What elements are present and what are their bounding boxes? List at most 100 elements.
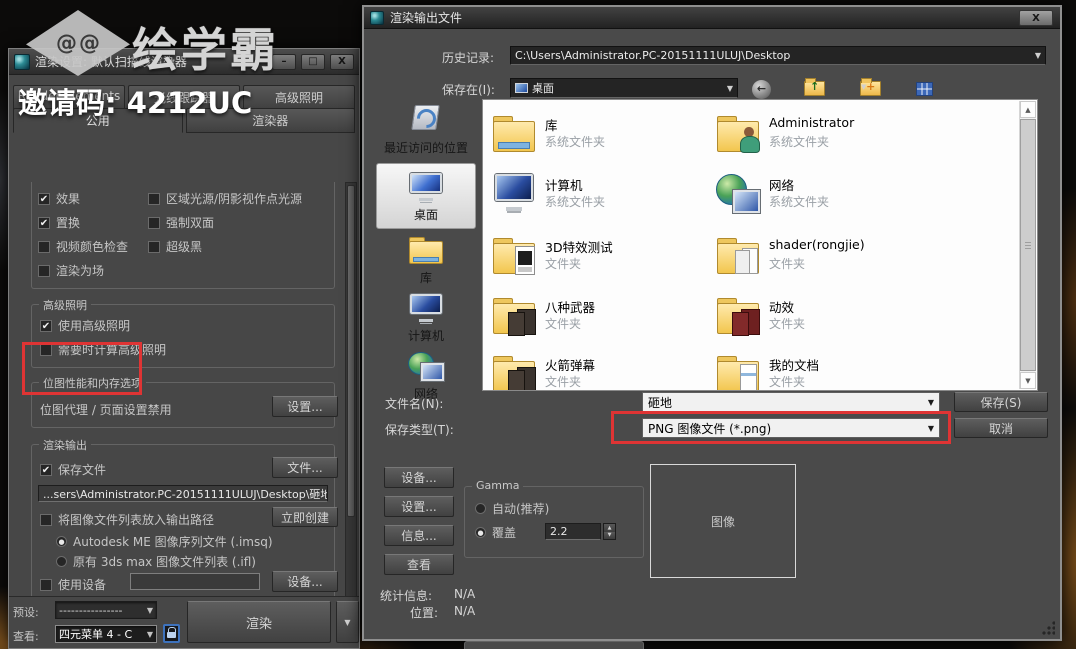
file-name: shader(rongjie) [769, 237, 865, 252]
minimize-button[interactable]: – [272, 53, 296, 70]
render-setup-titlebar[interactable]: 渲染设置: 默认扫描线渲染器 – □ X [9, 49, 359, 75]
file-item[interactable]: 3D特效测试 文件夹 [491, 232, 705, 284]
history-dropdown[interactable]: C:\Users\Administrator.PC-20151111ULUJ\D… [510, 46, 1046, 65]
tab-raytracer[interactable]: 光线跟踪器 [128, 85, 240, 110]
file-item[interactable]: 动效 文件夹 [715, 292, 929, 344]
ifl-radio-row[interactable]: 原有 3ds max 图像文件列表 (.ifl) [56, 553, 256, 570]
file-item[interactable]: 八种武器 文件夹 [491, 292, 705, 344]
files-button[interactable]: 文件... [272, 457, 338, 478]
file-item[interactable]: Administrator 系统文件夹 [715, 110, 929, 162]
file-item[interactable]: 火箭弹幕 文件夹 [491, 350, 705, 390]
tab-common[interactable]: 公用 [13, 108, 183, 133]
displacement-checkbox[interactable]: ✔ [38, 216, 50, 229]
viewport-dropdown[interactable]: 四元菜单 4 - C ▼ [55, 625, 157, 643]
spin-up-icon[interactable]: ▲ [604, 524, 615, 532]
gamma-override-radio[interactable]: ● [475, 527, 486, 538]
spin-down-icon[interactable]: ▼ [604, 531, 615, 539]
bitmap-setup-button[interactable]: 设置... [272, 396, 338, 417]
render-flyout-button[interactable]: ▼ [336, 601, 359, 643]
file-item[interactable]: shader(rongjie) 文件夹 [715, 232, 929, 284]
devices-button[interactable]: 设备... [272, 571, 338, 592]
video-color-checkbox[interactable] [38, 240, 50, 253]
device-field[interactable] [130, 573, 260, 590]
place-desktop[interactable]: 桌面 [376, 163, 476, 229]
displacement-checkbox-row[interactable]: ✔ 置换 [38, 214, 148, 231]
up-folder-icon[interactable]: ↑ [804, 78, 826, 96]
effects-label: 效果 [56, 192, 81, 206]
save-file-row[interactable]: ✔ 保存文件 [40, 461, 106, 478]
file-item[interactable]: 计算机 系统文件夹 [491, 170, 705, 222]
use-device-row[interactable]: 使用设备 [40, 576, 106, 593]
place-computer[interactable]: 计算机 [376, 291, 476, 344]
create-now-button[interactable]: 立即创建 [272, 507, 338, 527]
force-2sided-checkbox[interactable] [148, 216, 160, 229]
compute-adv-lighting-row[interactable]: 需要时计算高级照明 [40, 341, 326, 358]
force-2sided-checkbox-row[interactable]: 强制双面 [148, 214, 328, 231]
setup-button[interactable]: 设置... [384, 496, 454, 517]
output-path-field[interactable]: ...sers\Administrator.PC-20151111ULUJ\De… [38, 485, 328, 502]
place-recent[interactable]: 最近访问的位置 [376, 101, 476, 156]
ifl-radio[interactable] [56, 556, 67, 567]
view-menu-icon[interactable] [916, 82, 934, 96]
filename-input[interactable]: 砸地 ▼ [642, 392, 940, 412]
close-button[interactable]: X [330, 53, 354, 70]
preset-dropdown[interactable]: ---------------- ▼ [55, 601, 157, 619]
effects-checkbox[interactable]: ✔ [38, 192, 50, 205]
render-to-fields-checkbox[interactable] [38, 264, 50, 277]
file-item[interactable]: 我的文档 文件夹 [715, 350, 929, 390]
use-adv-lighting-checkbox[interactable]: ✔ [40, 319, 52, 332]
file-type: 文件夹 [769, 375, 806, 389]
save-file-checkbox[interactable]: ✔ [40, 463, 52, 476]
chevron-down-icon[interactable]: ▼ [861, 83, 866, 91]
render-setup-tabs-row2: 公用 渲染器 [13, 108, 355, 133]
close-button[interactable]: X [1019, 10, 1053, 26]
effects-checkbox-row[interactable]: ✔ 效果 [38, 190, 148, 207]
tab-advanced-lighting[interactable]: 高级照明 [243, 85, 355, 110]
history-value: C:\Users\Administrator.PC-20151111ULUJ\D… [515, 49, 791, 62]
render-to-fields-row[interactable]: 渲染为场 [38, 262, 148, 279]
super-black-checkbox-row[interactable]: 超级黑 [148, 238, 328, 255]
file-item[interactable]: 网络 系统文件夹 [715, 170, 929, 222]
back-icon[interactable]: ← [752, 80, 771, 99]
image-file-list-row[interactable]: 将图像文件列表放入输出路径 [40, 511, 214, 528]
lock-icon[interactable] [163, 624, 180, 643]
cancel-button[interactable]: 取消 [954, 418, 1048, 438]
image-file-list-checkbox[interactable] [40, 513, 52, 526]
info-button[interactable]: 信息... [384, 525, 454, 546]
scroll-up-icon[interactable]: ▲ [1020, 101, 1036, 118]
save-in-dropdown[interactable]: 桌面 ▼ [510, 78, 738, 98]
save-button[interactable]: 保存(S) [954, 392, 1048, 412]
render-setup-scrollbar[interactable] [345, 182, 357, 610]
gamma-override-row[interactable]: ● 覆盖 [475, 524, 516, 541]
gamma-auto-radio[interactable] [475, 503, 486, 514]
area-lights-checkbox-row[interactable]: 区域光源/阴影视作点光源 [148, 190, 328, 207]
render-button[interactable]: 渲染 [187, 601, 331, 643]
imsq-radio-row[interactable]: ● Autodesk ME 图像序列文件 (.imsq) [56, 533, 273, 550]
scrollbar-thumb[interactable] [347, 185, 355, 518]
use-device-checkbox[interactable] [40, 578, 52, 591]
compute-adv-lighting-checkbox[interactable] [40, 343, 52, 356]
maximize-button[interactable]: □ [301, 53, 325, 70]
video-color-check-row[interactable]: 视频颜色检查 [38, 238, 148, 255]
resize-grip[interactable] [1041, 621, 1055, 635]
chevron-down-icon: ▼ [1034, 51, 1041, 60]
place-label: 计算机 [407, 329, 444, 343]
gamma-auto-row[interactable]: 自动(推荐) [475, 500, 549, 517]
tab-render-elements[interactable]: Render Elements [13, 85, 125, 110]
savetype-dropdown[interactable]: PNG 图像文件 (*.png) ▼ [642, 418, 940, 438]
file-list-scrollbar[interactable]: ▲ ▼ [1019, 101, 1036, 389]
tab-renderer[interactable]: 渲染器 [185, 108, 355, 133]
area-lights-checkbox[interactable] [148, 192, 160, 205]
file-dialog-titlebar[interactable]: 渲染输出文件 [364, 7, 1060, 29]
imsq-radio[interactable]: ● [56, 536, 67, 547]
use-adv-lighting-row[interactable]: ✔ 使用高级照明 [40, 317, 326, 334]
devices-button[interactable]: 设备... [384, 467, 454, 488]
gamma-value-field[interactable]: 2.2 [545, 523, 601, 540]
view-button[interactable]: 查看 [384, 554, 454, 575]
gamma-spinner[interactable]: ▲ ▼ [603, 523, 616, 540]
scrollbar-thumb[interactable] [1020, 119, 1036, 371]
place-libraries[interactable]: 库 [376, 233, 476, 286]
super-black-checkbox[interactable] [148, 240, 160, 253]
file-item[interactable]: 库 系统文件夹 [491, 110, 705, 162]
scroll-down-icon[interactable]: ▼ [1020, 372, 1036, 389]
